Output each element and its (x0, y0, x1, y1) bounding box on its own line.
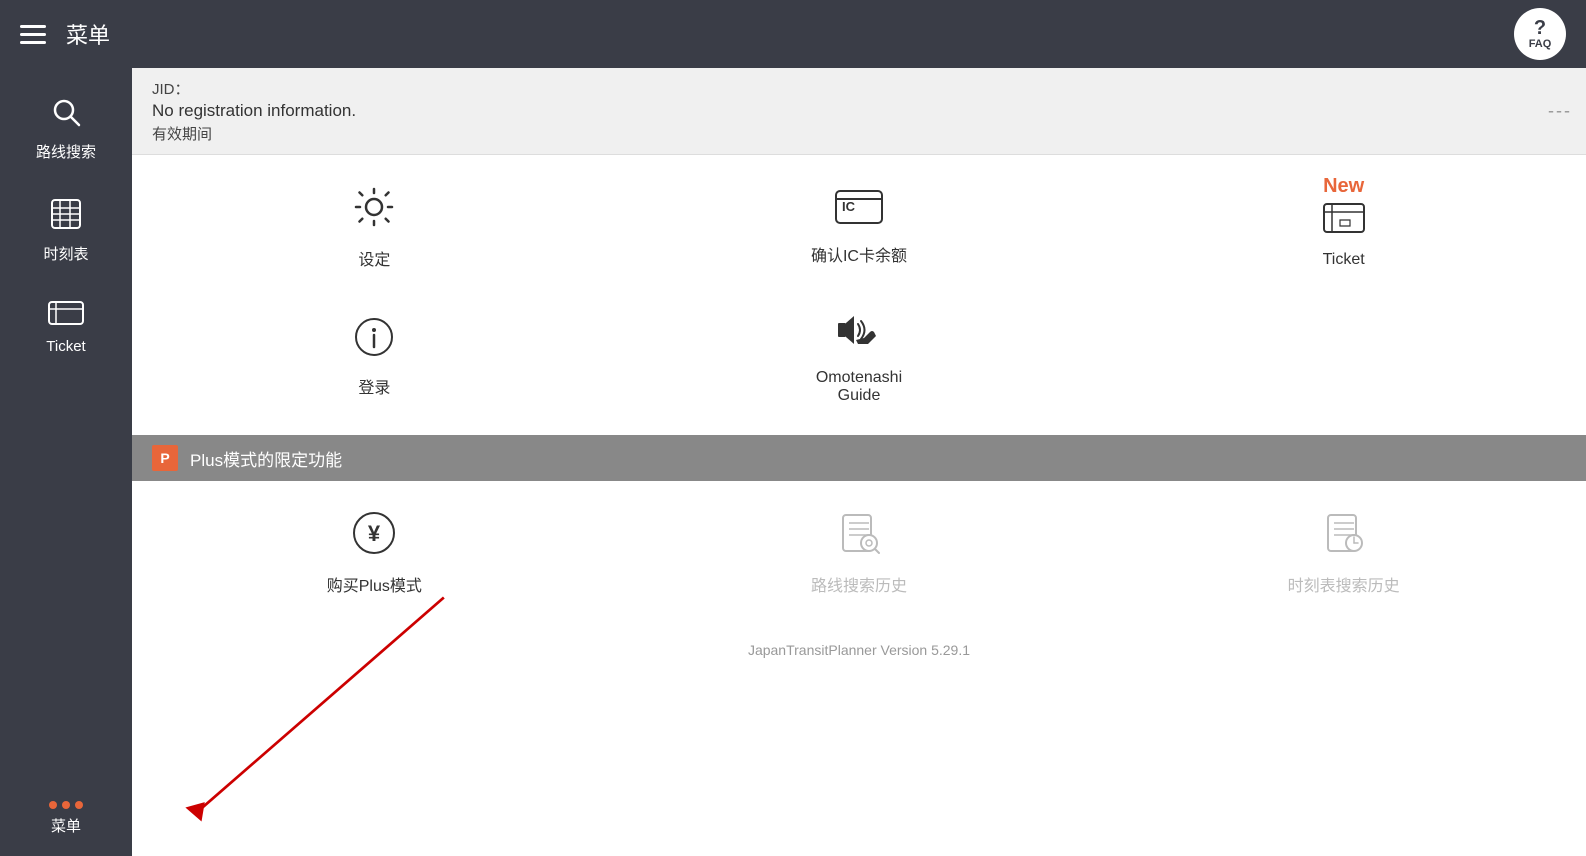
omotenashi-icon (836, 310, 882, 361)
main-layout: 路线搜索 时刻表 (0, 68, 1586, 856)
menu-item-empty (1101, 290, 1586, 425)
settings-label: 设定 (358, 246, 390, 270)
omotenashi-label: Omotenashi Guide (816, 369, 902, 405)
login-label: 登录 (358, 374, 390, 398)
ticket-sidebar-icon (48, 300, 84, 332)
jid-line: JID： (152, 78, 1566, 99)
time-history-icon (1322, 511, 1366, 564)
menu-item-settings[interactable]: 设定 (132, 165, 617, 290)
menu-item-ic[interactable]: IC 确认IC卡余额 (617, 165, 1102, 290)
jid-bar: JID： No registration information. 有效期间 -… (132, 68, 1586, 155)
ic-card-icon: IC (834, 189, 884, 234)
menu-grid: 设定 IC 确认IC卡余额 New (132, 155, 1586, 435)
faq-button[interactable]: ? FAQ (1514, 8, 1566, 60)
plus-grid: ¥ 购买Plus模式 (132, 481, 1586, 626)
plus-item-buy[interactable]: ¥ 购买Plus模式 (132, 491, 617, 616)
route-history-label: 路线搜索历史 (811, 572, 907, 596)
info-icon (354, 317, 394, 366)
route-history-icon (837, 511, 881, 564)
menu-item-login[interactable]: 登录 (132, 290, 617, 425)
menu-item-ticket[interactable]: New Ticket (1101, 165, 1586, 290)
faq-question-mark: ? (1534, 18, 1546, 38)
ticket-menu-label: Ticket (1323, 251, 1365, 269)
plus-section-title: Plus模式的限定功能 (190, 446, 342, 471)
dot-2 (62, 801, 70, 809)
sidebar-item-search[interactable]: 路线搜索 (0, 78, 132, 180)
sidebar-menu-label: 菜单 (51, 815, 81, 836)
jid-validity: 有效期间 (152, 123, 1566, 144)
dot-1 (49, 801, 57, 809)
plus-item-time-history[interactable]: 时刻表搜索历史 (1101, 491, 1586, 616)
version-info: JapanTransitPlanner Version 5.29.1 (132, 626, 1586, 674)
plus-item-route-history[interactable]: 路线搜索历史 (617, 491, 1102, 616)
svg-text:IC: IC (842, 199, 856, 214)
jid-dots: --- (1548, 101, 1572, 122)
timetable-icon (50, 198, 82, 237)
time-history-label: 时刻表搜索历史 (1288, 572, 1400, 596)
ticket-icon (1322, 201, 1366, 243)
content-area: JID： No registration information. 有效期间 -… (132, 68, 1586, 856)
menu-item-omotenashi[interactable]: Omotenashi Guide (617, 290, 1102, 425)
dots-icon (49, 801, 83, 809)
buy-plus-label: 购买Plus模式 (327, 572, 422, 596)
settings-icon (352, 185, 396, 238)
new-badge: New (1323, 175, 1364, 198)
plus-badge: P (152, 445, 178, 471)
header-title: 菜单 (66, 18, 110, 50)
sidebar-item-ticket-label: Ticket (46, 338, 85, 355)
sidebar-item-timetable[interactable]: 时刻表 (0, 180, 132, 282)
sidebar-bottom: 菜单 (49, 801, 83, 856)
dot-3 (75, 801, 83, 809)
plus-section-header: P Plus模式的限定功能 (132, 435, 1586, 481)
hamburger-button[interactable] (20, 25, 46, 44)
sidebar: 路线搜索 时刻表 (0, 68, 132, 856)
yen-icon: ¥ (352, 511, 396, 564)
faq-label: FAQ (1529, 38, 1552, 50)
sidebar-item-timetable-label: 时刻表 (43, 243, 88, 264)
ic-label: 确认IC卡余额 (811, 242, 907, 266)
jid-no-registration: No registration information. (152, 101, 1566, 121)
sidebar-item-ticket[interactable]: Ticket (0, 282, 132, 373)
search-icon (50, 96, 82, 135)
svg-text:¥: ¥ (368, 521, 381, 546)
sidebar-item-search-label: 路线搜索 (36, 141, 96, 162)
top-header: 菜单 ? FAQ (0, 0, 1586, 68)
